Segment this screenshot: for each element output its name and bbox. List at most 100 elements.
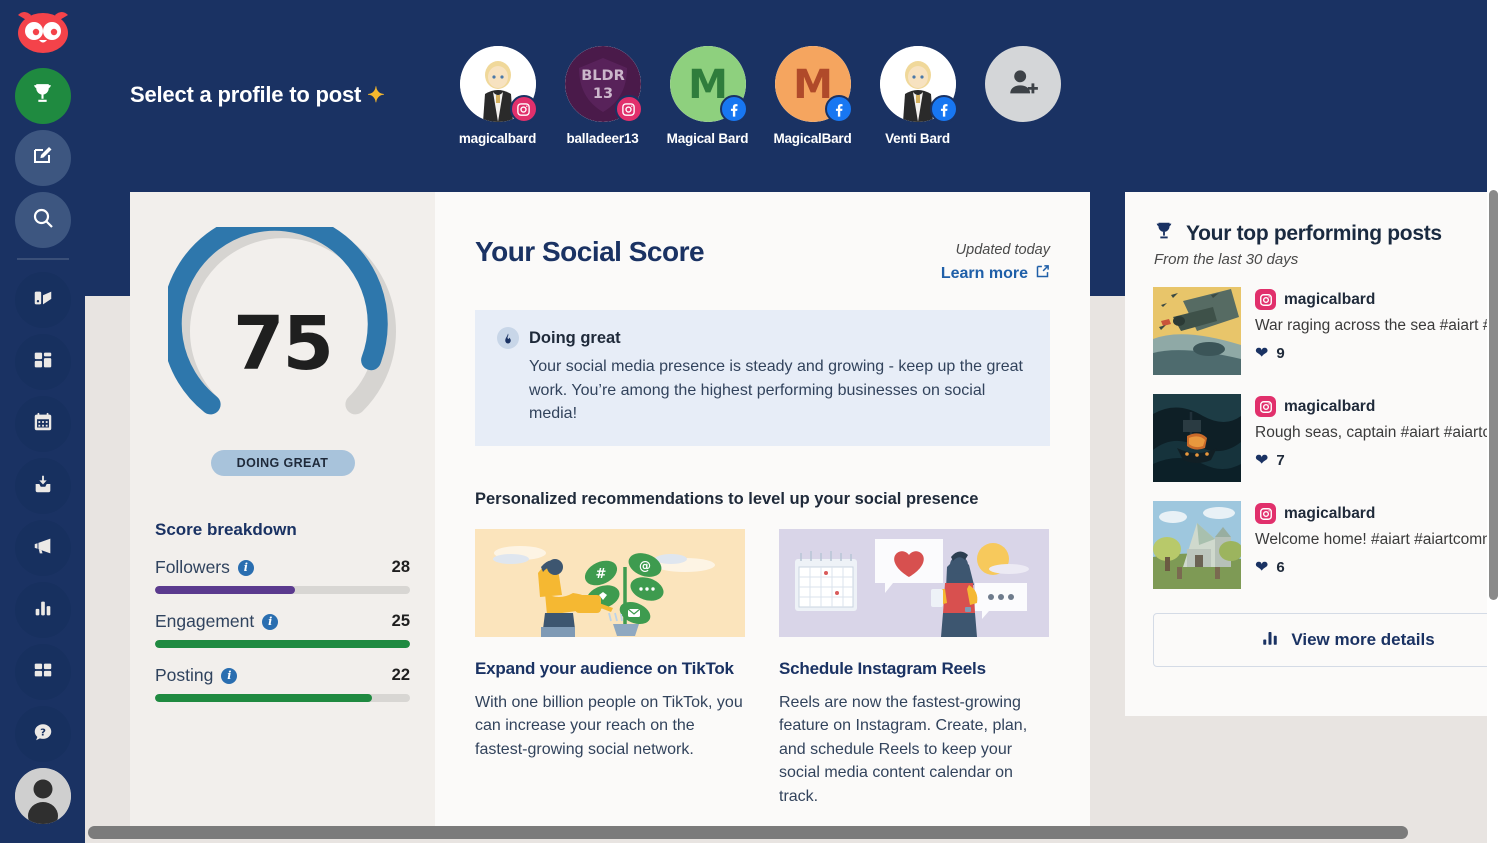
info-icon[interactable]: i: [221, 667, 238, 684]
compose-icon: [31, 144, 55, 173]
profile-selector: magicalbard BLDR 13 balladeer13 M Magica…: [455, 46, 1065, 146]
callout-body: Your social media presence is steady and…: [529, 358, 1023, 423]
profile-item-balladeer13[interactable]: BLDR 13 balladeer13: [560, 46, 645, 146]
profile-name: balladeer13: [566, 131, 639, 146]
heart-icon: ❤: [1255, 452, 1269, 469]
sidebar-item-analytics[interactable]: [14, 582, 71, 638]
instagram-icon: [509, 95, 538, 123]
sidebar-item-search[interactable]: [14, 192, 71, 248]
social-score-panel: 75 DOING GREAT Score breakdown Followers…: [130, 192, 435, 830]
svg-text:BLDR: BLDR: [581, 68, 625, 84]
view-more-details-button[interactable]: View more details: [1153, 613, 1497, 667]
profile-item-magicalbard[interactable]: magicalbard: [455, 46, 540, 146]
status-badge: DOING GREAT: [210, 450, 355, 476]
calendar-icon: [32, 411, 54, 438]
profile-item-magical-bard-fb[interactable]: M Magical Bard: [665, 46, 750, 146]
heart-icon: ❤: [1255, 559, 1269, 576]
grid-icon: [32, 349, 54, 376]
profile-name: Magical Bard: [666, 131, 749, 146]
recommendation-card-reels[interactable]: Schedule Instagram Reels Reels are now t…: [779, 528, 1049, 809]
streams-icon: [32, 287, 54, 314]
sidebar-item-advertise[interactable]: [14, 520, 71, 576]
flame-icon: [497, 327, 519, 349]
trophy-icon: [30, 81, 55, 111]
breakdown-value: 22: [391, 666, 410, 684]
learn-more-link[interactable]: Learn more: [941, 264, 1050, 284]
facebook-icon: [719, 95, 748, 123]
profile-item-magicalbard-fb[interactable]: M MagicalBard: [770, 46, 855, 146]
svg-text:13: 13: [592, 86, 612, 102]
progress-fill: [155, 694, 372, 702]
list-item[interactable]: magicalbard Rough seas, captain #aiart #…: [1153, 394, 1497, 482]
instagram-icon: [1255, 396, 1276, 417]
rail-divider: [16, 258, 69, 260]
breakdown-value: 28: [391, 558, 410, 576]
like-count: 9: [1276, 344, 1285, 362]
recommendation-body: With one billion people on TikTok, you c…: [475, 693, 743, 758]
sidebar-item-apps[interactable]: [14, 644, 71, 700]
recommendation-card-tiktok[interactable]: # @ Expand your audience on TikTok With …: [475, 528, 745, 809]
breakdown-label: Followers: [155, 557, 230, 577]
main-title: Your Social Score: [475, 236, 705, 267]
post-username: magicalbard: [1284, 397, 1376, 415]
owl-icon[interactable]: [14, 4, 72, 62]
post-caption: Rough seas, captain #aiart #aiartco.: [1255, 424, 1497, 441]
progress-track: [155, 694, 410, 702]
score-value: 75: [233, 301, 334, 387]
recommendation-heading: Schedule Instagram Reels: [779, 658, 986, 678]
profile-name: Venti Bard: [885, 131, 950, 146]
facebook-icon: [824, 95, 853, 123]
list-item[interactable]: magicalbard Welcome home! #aiart #aiartc…: [1153, 501, 1497, 589]
heart-icon: ❤: [1255, 345, 1269, 362]
vertical-scrollbar[interactable]: [1489, 190, 1498, 600]
info-icon[interactable]: i: [237, 559, 254, 576]
like-count: 7: [1276, 451, 1285, 469]
apps-grid-icon: [32, 659, 54, 686]
post-thumbnail: [1153, 501, 1241, 589]
panel-title: Your top performing posts: [1186, 221, 1442, 245]
question-icon: ?: [32, 721, 54, 748]
post-thumbnail: [1153, 394, 1241, 482]
post-caption: Welcome home! #aiart #aiartcomm: [1255, 531, 1496, 548]
avatar-icon[interactable]: [14, 768, 71, 824]
panel-subtitle: From the last 30 days: [1154, 251, 1299, 268]
horizontal-scrollbar[interactable]: [88, 826, 1408, 839]
status-callout: Doing great Your social media presence i…: [475, 310, 1050, 446]
top-performing-posts-panel: Your top performing posts From the last …: [1125, 192, 1497, 716]
like-count: 6: [1276, 558, 1285, 576]
learn-more-label: Learn more: [940, 265, 1028, 282]
progress-track: [155, 640, 410, 648]
add-profile-button[interactable]: [980, 46, 1065, 122]
svg-text:@: @: [639, 559, 651, 573]
sparkle-icon: ✦: [367, 84, 385, 107]
sidebar-item-planner[interactable]: [14, 334, 71, 390]
sidebar-item-help[interactable]: ?: [14, 706, 71, 762]
sidebar-item-calendar[interactable]: [14, 396, 71, 452]
updated-text: Updated today: [955, 242, 1050, 258]
sidebar-item-inbox[interactable]: [14, 458, 71, 514]
profile-item-venti-bard[interactable]: Venti Bard: [875, 46, 960, 146]
breakdown-row-engagement: Engagement i 25: [155, 611, 410, 648]
recommendations-title: Personalized recommendations to level up…: [475, 489, 979, 508]
sidebar-item-compose[interactable]: [14, 130, 71, 186]
svg-text:?: ?: [40, 727, 46, 738]
svg-text:#: #: [596, 567, 607, 582]
instagram-icon: [1255, 289, 1276, 310]
list-item[interactable]: magicalbard War raging across the sea #a…: [1153, 287, 1497, 375]
inbox-icon: [32, 473, 54, 500]
watering-plant-illustration: # @: [475, 528, 745, 637]
breakdown-value: 25: [391, 612, 410, 630]
search-icon: [31, 206, 55, 235]
sidebar-item-rewards[interactable]: [14, 68, 71, 124]
breakdown-row-followers: Followers i 28: [155, 557, 410, 594]
sidebar-item-streams[interactable]: [14, 272, 71, 328]
add-user-icon: [1006, 65, 1040, 104]
breakdown-label: Posting: [155, 665, 214, 685]
megaphone-icon: [32, 535, 54, 562]
profile-name: MagicalBard: [773, 131, 852, 146]
facebook-icon: [929, 95, 958, 123]
info-icon[interactable]: i: [262, 613, 279, 630]
instagram-icon: [1255, 503, 1276, 524]
breakdown-label: Engagement: [155, 611, 255, 631]
breakdown-row-posting: Posting i 22: [155, 665, 410, 702]
